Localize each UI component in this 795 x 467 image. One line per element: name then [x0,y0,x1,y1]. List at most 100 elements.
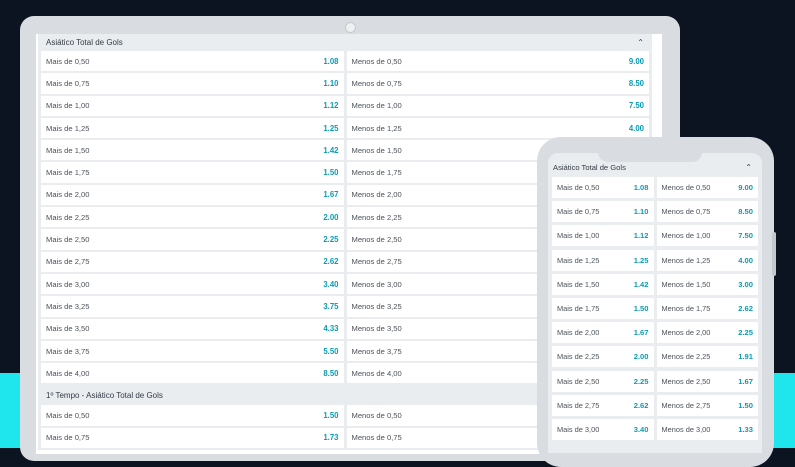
under-selection-button[interactable]: Menos de 2,25 1.91 [656,346,758,368]
market-title-first-half: 1º Tempo - Asiático Total de Gols [46,390,163,400]
over-selection-button[interactable]: Mais de 2,00 1.67 [41,184,344,206]
over-selection-button[interactable]: Mais de 0,50 1.08 [41,51,344,72]
under-selection-label: Menos de 1,75 [661,303,711,313]
under-selection-label: Menos de 0,75 [661,207,711,217]
over-selection-odds: 1.67 [323,190,339,200]
odds-row: Mais de 2,75 2.62 Menos de 2,75 1.50 [552,394,758,416]
over-selection-button[interactable]: Mais de 1,50 1.42 [552,273,654,295]
under-selection-odds: 8.50 [738,207,753,217]
odds-row: Mais de 1,50 1.42 Menos de 1,50 3.00 [552,273,758,295]
over-selection-odds: 1.10 [633,207,649,217]
chevron-up-icon[interactable]: ⌃ [637,38,644,47]
over-selection-button[interactable]: Mais de 2,50 2.25 [41,229,344,250]
over-selection-button[interactable]: Mais de 4,00 8.50 [41,363,344,384]
under-selection-button[interactable]: Menos de 3,00 1.33 [656,418,758,440]
under-selection-button[interactable]: Menos de 2,00 2.25 [656,322,758,344]
over-selection-label: Mais de 0,75 [46,433,90,443]
under-selection-label: Menos de 3,00 [351,279,402,289]
over-selection-button[interactable]: Mais de 2,50 2.25 [552,370,654,392]
over-selection-button[interactable]: Mais de 1,00 1.12 [41,95,344,116]
over-selection-label: Mais de 3,00 [557,424,600,434]
odds-row: Mais de 1,00 1.12 Menos de 1,00 7.50 [41,95,649,116]
over-selection-button[interactable]: Mais de 0,50 1.08 [552,177,654,198]
over-selection-label: Mais de 2,50 [557,376,600,386]
odds-row: Mais de 0,75 1.10 Menos de 0,75 8.50 [41,73,649,94]
over-selection-button[interactable]: Mais de 1,75 1.50 [552,297,654,319]
over-selection-label: Mais de 4,00 [46,368,90,378]
over-selection-button[interactable]: Mais de 1,25 1.25 [552,249,654,271]
over-selection-button[interactable]: Mais de 2,75 2.62 [552,394,654,416]
over-selection-odds: 2.62 [323,257,339,267]
under-selection-button[interactable]: Menos de 0,50 9.00 [346,51,649,72]
over-selection-label: Mais de 3,00 [46,279,90,289]
over-selection-odds: 1.50 [323,168,339,178]
over-selection-label: Mais de 2,00 [557,328,600,338]
over-selection-button[interactable]: Mais de 3,00 3.40 [552,418,654,440]
under-selection-label: Menos de 1,00 [351,101,402,111]
under-selection-label: Menos de 3,75 [351,346,402,356]
odds-row: Mais de 1,25 1.25 Menos de 1,25 4.00 [552,249,758,271]
over-selection-label: Mais de 1,50 [46,145,90,155]
phone-side-button [772,232,776,276]
over-selection-odds: 2.25 [323,235,339,245]
under-selection-button[interactable]: Menos de 1,75 2.62 [656,297,758,319]
under-selection-label: Menos de 1,25 [351,123,402,133]
over-selection-odds: 1.67 [633,328,649,338]
over-selection-odds: 1.25 [323,123,339,133]
under-selection-button[interactable]: Menos de 1,50 3.00 [656,273,758,295]
under-selection-button[interactable]: Menos de 1,25 4.00 [346,117,649,139]
over-selection-button[interactable]: Mais de 1,75 1.50 [41,162,344,183]
camera-dot [345,22,356,33]
under-selection-button[interactable]: Menos de 1,25 4.00 [656,249,758,271]
under-selection-label: Menos de 4,00 [351,368,402,378]
over-selection-button[interactable]: Mais de 1,25 1.25 [41,117,344,139]
under-selection-label: Menos de 2,00 [351,190,402,200]
over-selection-label: Mais de 1,25 [557,255,600,265]
under-selection-button[interactable]: Menos de 1,00 7.50 [656,225,758,247]
under-selection-button[interactable]: Menos de 2,50 1.67 [656,370,758,392]
phone-screen: Asiático Total de Gols ⌃ Mais de 0,50 1.0… [548,153,762,453]
under-selection-label: Menos de 0,75 [351,433,402,443]
over-selection-button[interactable]: Mais de 3,25 3.75 [41,296,344,317]
under-selection-odds: 7.50 [628,101,644,111]
over-selection-button[interactable]: Mais de 2,25 2.00 [552,346,654,368]
under-selection-button[interactable]: Menos de 2,75 1.50 [656,394,758,416]
under-selection-button[interactable]: Menos de 0,50 9.00 [656,177,758,198]
odds-row: Mais de 3,00 3.40 Menos de 3,00 1.33 [552,418,758,440]
chevron-up-icon[interactable]: ⌃ [745,163,752,172]
under-selection-button[interactable]: Menos de 1,00 7.50 [346,95,649,116]
phone-odds-list: Mais de 0,50 1.08 Menos de 0,50 9.00 Mais de… [548,177,762,440]
over-selection-button[interactable]: Mais de 2,75 2.62 [41,251,344,272]
over-selection-button[interactable]: Mais de 3,00 3.40 [41,273,344,295]
over-selection-label: Mais de 0,75 [46,78,90,88]
over-selection-odds: 1.12 [633,231,649,241]
over-selection-odds: 1.25 [633,255,649,265]
over-selection-button[interactable]: Mais de 3,75 5.50 [41,340,344,362]
over-selection-label: Mais de 1,00 [46,101,90,111]
over-selection-button[interactable]: Mais de 0,75 1.10 [41,73,344,94]
under-selection-button[interactable]: Menos de 0,75 8.50 [346,73,649,94]
under-selection-button[interactable]: Menos de 0,75 8.50 [656,201,758,223]
over-selection-label: Mais de 2,50 [46,235,90,245]
under-selection-odds: 1.67 [738,376,753,386]
under-selection-odds: 3.00 [738,279,753,289]
over-selection-button[interactable]: Mais de 3,50 4.33 [41,318,344,339]
over-selection-button[interactable]: Mais de 1,00 1.12 [552,225,654,247]
under-selection-label: Menos de 2,00 [661,328,711,338]
over-selection-odds: 1.10 [323,78,339,88]
over-selection-button[interactable]: Mais de 0,75 1.73 [41,427,344,449]
over-selection-button[interactable]: Mais de 2,25 2.00 [41,207,344,228]
over-selection-label: Mais de 3,75 [46,346,90,356]
market-title: Asiático Total de Gols [46,38,123,47]
over-selection-label: Mais de 0,75 [557,207,600,217]
over-selection-button[interactable]: Mais de 0,75 1.10 [552,201,654,223]
over-selection-odds: 8.50 [323,368,339,378]
over-selection-label: Mais de 3,25 [46,301,90,311]
over-selection-button[interactable]: Mais de 1,50 1.42 [41,140,344,161]
over-selection-odds: 5.50 [323,346,339,356]
market-header[interactable]: Asiático Total de Gols ⌃ [38,34,652,51]
over-selection-odds: 1.08 [323,56,339,66]
over-selection-button[interactable]: Mais de 0,50 1.50 [41,405,344,426]
over-selection-button[interactable]: Mais de 2,00 1.67 [552,322,654,344]
under-selection-label: Menos de 0,75 [351,78,402,88]
